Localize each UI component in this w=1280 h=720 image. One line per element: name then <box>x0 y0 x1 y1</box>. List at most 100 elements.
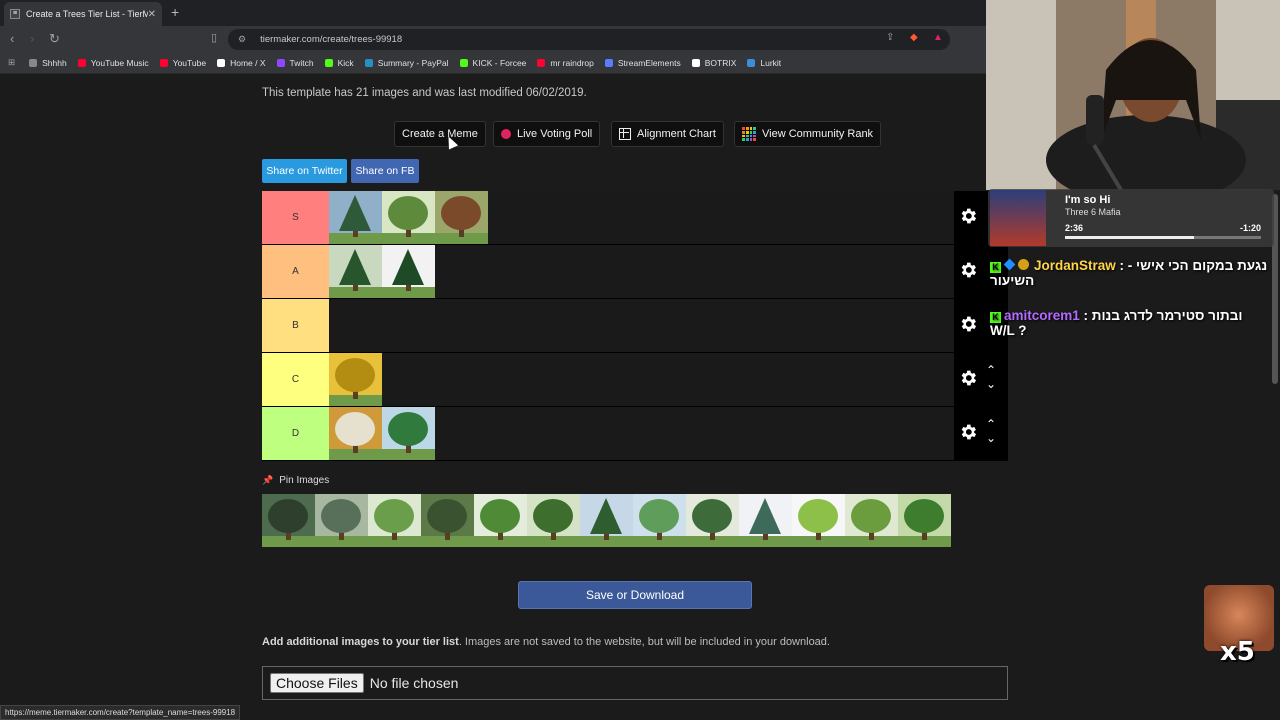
bookmark-item[interactable]: KICK - Forcee <box>459 58 526 68</box>
bookmark-item[interactable]: Shhhh <box>29 58 67 68</box>
emote-count: x5 <box>1220 637 1255 667</box>
bookmark-item[interactable]: StreamElements <box>604 58 681 68</box>
add-images-note: . Images are not saved to the website, b… <box>458 636 830 648</box>
bookmark-label: YouTube Music <box>90 57 149 68</box>
redwood-tree-image[interactable] <box>435 191 488 244</box>
round-tree-tree-image[interactable] <box>382 407 435 460</box>
gear-icon[interactable] <box>958 368 978 388</box>
spruce-tree-image[interactable] <box>329 245 382 298</box>
tier-controls: ⌃ ⌄ <box>954 407 1008 461</box>
fir-tree-image[interactable] <box>382 245 435 298</box>
bookmark-item[interactable]: YouTube Music <box>77 57 149 68</box>
bookmark-item[interactable]: Summary - PayPal <box>364 58 449 68</box>
url-field[interactable]: ⚙ tiermaker.com/create/trees-99918 <box>228 29 950 50</box>
pin-images-text: Pin Images <box>279 475 330 486</box>
site-info-icon[interactable]: ⚙ <box>238 34 246 45</box>
browser-tab[interactable]: ≡ Create a Trees Tier List - TierMa ✕ <box>4 2 162 26</box>
create-meme-label: Create a Meme <box>402 128 478 140</box>
beech-tree-image[interactable] <box>686 494 739 547</box>
ash-tree-image[interactable] <box>527 494 580 547</box>
tier-items[interactable] <box>329 353 382 406</box>
song-artist: Three 6 Mafia <box>1065 207 1121 217</box>
brave-rewards-icon[interactable]: ▲ <box>933 32 943 43</box>
bookmark-item[interactable]: mr raindrop <box>537 58 594 68</box>
share-icon[interactable]: ⇪ <box>886 32 894 43</box>
bookmark-item[interactable]: BOTRIX <box>691 58 736 68</box>
image-pool <box>262 494 951 548</box>
oak-big-tree-image[interactable] <box>421 494 474 547</box>
move-row-controls: ⌃ ⌄ <box>986 417 996 445</box>
tier-label[interactable]: A <box>262 245 329 298</box>
weeping-willow-tree-image[interactable] <box>845 494 898 547</box>
live-voting-button[interactable]: Live Voting Poll <box>493 121 601 147</box>
pin-images-label[interactable]: 📌 Pin Images <box>262 475 329 486</box>
tier-controls: ⌃ ⌄ <box>954 353 1008 407</box>
no-file-text: No file chosen <box>369 675 459 691</box>
community-rank-button[interactable]: View Community Rank <box>734 121 882 147</box>
alignment-chart-button[interactable]: Alignment Chart <box>611 121 724 147</box>
willow-gray-tree-image[interactable] <box>315 494 368 547</box>
streamer-webcam-image <box>986 0 1280 190</box>
bookmark-item[interactable]: YouTube <box>159 58 206 68</box>
bookmark-icon[interactable]: ▯ <box>211 31 217 44</box>
save-download-button[interactable]: Save or Download <box>518 581 752 609</box>
tier-items[interactable] <box>329 407 435 460</box>
linden-tree-image[interactable] <box>633 494 686 547</box>
new-tab-button[interactable]: + <box>171 4 179 20</box>
oak-wide-tree-image[interactable] <box>382 191 435 244</box>
bookmark-favicon-icon <box>459 58 468 67</box>
back-icon[interactable]: ‹ <box>10 31 14 46</box>
bookmark-item[interactable]: Twitch <box>276 58 314 68</box>
tier-items[interactable] <box>329 245 435 298</box>
file-upload-field[interactable]: Choose Files No file chosen <box>262 666 1008 700</box>
chevron-up-icon[interactable]: ⌃ <box>986 417 996 431</box>
gear-icon[interactable] <box>958 314 978 334</box>
bookmark-favicon-icon <box>77 58 86 67</box>
create-meme-button[interactable]: Create a Meme <box>394 121 486 147</box>
pine-tree-image[interactable] <box>329 191 382 244</box>
reload-icon[interactable]: ↻ <box>49 31 60 47</box>
brave-shield-icon[interactable]: ◆ <box>910 32 918 43</box>
song-progress-bar <box>1065 236 1261 239</box>
choose-files-button[interactable]: Choose Files <box>270 673 364 693</box>
tier-list: S A B C ⌃ ⌄ D ⌃ ⌄ <box>262 191 1008 461</box>
chevron-down-icon[interactable]: ⌄ <box>986 431 996 445</box>
share-fb-button[interactable]: Share on FB <box>351 159 419 183</box>
bookmark-item[interactable]: Lurkit <box>747 58 781 68</box>
chevron-up-icon[interactable]: ⌃ <box>986 363 996 377</box>
add-images-text: Add additional images to your tier list.… <box>262 636 830 648</box>
chevron-down-icon[interactable]: ⌄ <box>986 377 996 391</box>
blue-spruce-tree-image[interactable] <box>739 494 792 547</box>
tier-label[interactable]: S <box>262 191 329 244</box>
webcam-overlay <box>986 0 1280 190</box>
tier-label[interactable]: D <box>262 407 329 460</box>
trunk-tree-image[interactable] <box>262 494 315 547</box>
chat-message: Kamitcorem1 : ובתור סטירמר לדרג בנות W/L… <box>990 308 1243 338</box>
share-twitter-button[interactable]: Share on Twitter <box>262 159 347 183</box>
bookmark-label: Home / X <box>230 57 266 68</box>
close-tab-icon[interactable]: ✕ <box>148 9 156 20</box>
gear-icon[interactable] <box>958 422 978 442</box>
chat-username: JordanStraw <box>1034 258 1116 273</box>
elm-tree-image[interactable] <box>474 494 527 547</box>
tier-label[interactable]: C <box>262 353 329 406</box>
hedge-tree-tree-image[interactable] <box>898 494 951 547</box>
tier-label[interactable]: B <box>262 299 329 352</box>
lime-tree-tree-image[interactable] <box>792 494 845 547</box>
gear-icon[interactable] <box>958 206 978 226</box>
bookmark-favicon-icon <box>217 58 226 67</box>
pine-field-tree-image[interactable] <box>580 494 633 547</box>
birch-autumn-tree-image[interactable] <box>329 407 382 460</box>
gear-icon[interactable] <box>958 260 978 280</box>
forward-icon[interactable]: › <box>30 31 34 46</box>
apps-grid-icon[interactable]: ⊞ <box>8 57 15 68</box>
live-voting-label: Live Voting Poll <box>517 128 593 140</box>
bookmark-item[interactable]: Kick <box>324 58 354 68</box>
aspen-yellow-tree-image[interactable] <box>329 353 382 406</box>
bookmark-item[interactable]: Home / X <box>217 57 266 68</box>
tier-items[interactable] <box>329 191 488 244</box>
bookmark-favicon-icon <box>747 58 756 67</box>
maple-tree-image[interactable] <box>368 494 421 547</box>
tiermaker-favicon-icon: ≡ <box>10 9 20 19</box>
song-title: I'm so Hi <box>1065 194 1111 206</box>
